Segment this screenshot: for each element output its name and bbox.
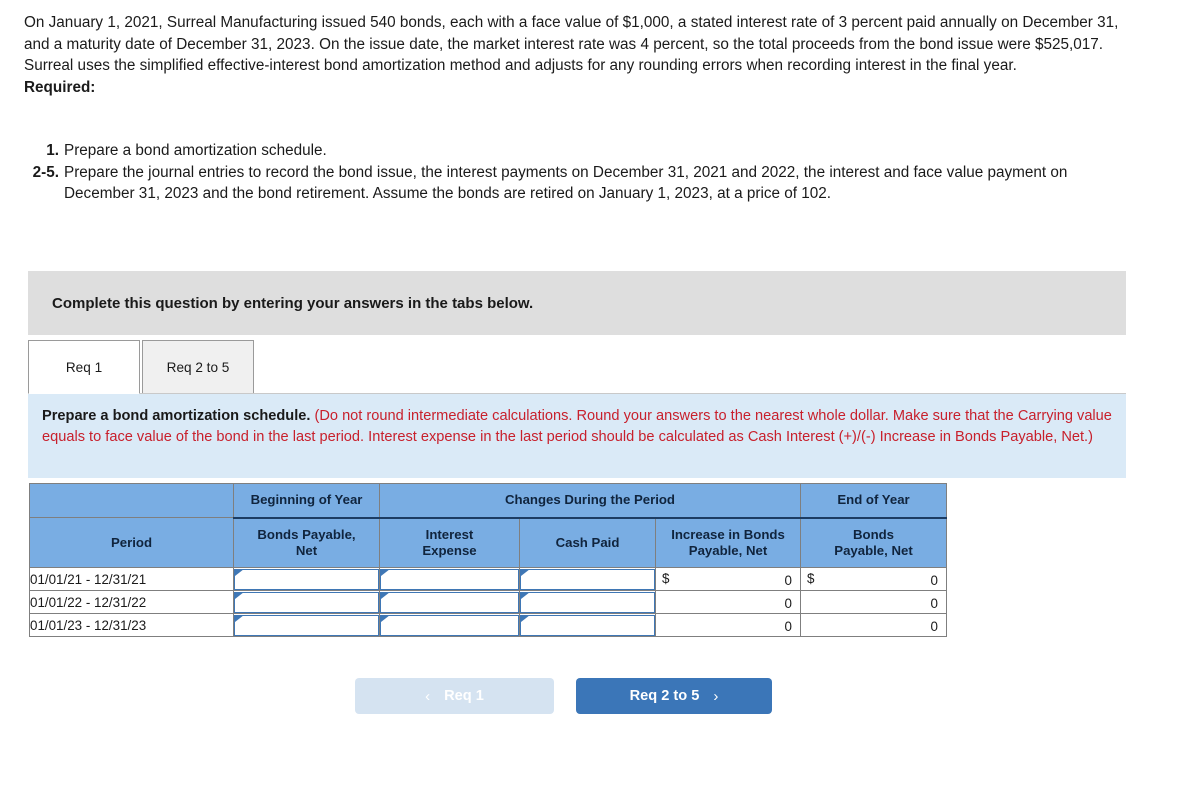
cell-cash-paid[interactable] [519, 590, 656, 614]
group-header-changes-during-period: Changes During the Period [379, 483, 801, 519]
requirement-number: 1. [46, 142, 59, 159]
cell-cash-paid[interactable] [519, 567, 656, 591]
tab-req-1[interactable]: Req 1 [28, 340, 140, 394]
group-header-blank [29, 483, 234, 518]
table-row: 01/01/22 - 12/31/22 0 0 [29, 590, 947, 614]
col-header-interest-expense: Interest Expense [379, 517, 520, 568]
cell-increase-bonds-payable: $ 0 [655, 567, 801, 591]
cell-bonds-payable-beg[interactable] [233, 567, 380, 591]
prev-req-button-label: Req 1 [444, 688, 484, 704]
cell-period: 01/01/21 - 12/31/21 [29, 567, 234, 591]
cell-bonds-payable-beg[interactable] [233, 613, 380, 637]
col-header-increase-in-bonds-payable-net: Increase in Bonds Payable, Net [655, 517, 801, 568]
exercise-page: On January 1, 2021, Surreal Manufacturin… [0, 0, 1200, 795]
cell-period: 01/01/22 - 12/31/22 [29, 590, 234, 614]
value-end-bonds-payable-row-1: 0 [930, 573, 938, 588]
input-bonds-payable-beg-row-2[interactable] [234, 591, 379, 613]
table-row: 01/01/23 - 12/31/23 0 0 [29, 613, 947, 637]
chevron-left-icon: ‹ [425, 687, 431, 705]
currency-symbol: $ [807, 571, 815, 586]
group-header-end-of-year: End of Year [800, 483, 947, 519]
input-interest-expense-row-1[interactable] [380, 568, 519, 590]
col-header-bonds-payable-net-beginning: Bonds Payable, Net [233, 517, 380, 568]
bond-amortization-table: Beginning of Year Changes During the Per… [29, 483, 947, 637]
table-row: 01/01/21 - 12/31/21 $ 0 $ 0 [29, 567, 947, 591]
input-cash-paid-row-2[interactable] [520, 591, 655, 613]
cell-bonds-payable-beg[interactable] [233, 590, 380, 614]
value-end-bonds-payable-row-3: 0 [930, 619, 938, 634]
table-head: Beginning of Year Changes During the Per… [29, 483, 947, 568]
instruction-banner: Complete this question by entering your … [28, 271, 1126, 335]
value-increase-bonds-payable-row-1: 0 [784, 573, 792, 588]
value-increase-bonds-payable-row-3: 0 [784, 619, 792, 634]
problem-statement: On January 1, 2021, Surreal Manufacturin… [24, 12, 1138, 98]
instruction-banner-text: Complete this question by entering your … [52, 294, 534, 312]
tab-req-2-to-5-label: Req 2 to 5 [166, 359, 230, 375]
cell-end-bonds-payable: $ 0 [800, 567, 947, 591]
col-header-bonds-payable-net-end: Bonds Payable, Net [800, 517, 947, 568]
next-req-button[interactable]: Req 2 to 5 › [576, 678, 772, 714]
requirement-tabs: Req 1 Req 2 to 5 [28, 340, 254, 394]
requirements-list: 1. Prepare a bond amortization schedule.… [24, 140, 1138, 205]
tab-navigation: ‹ Req 1 Req 2 to 5 › [355, 678, 775, 714]
cell-interest-expense[interactable] [379, 567, 520, 591]
cell-end-bonds-payable: 0 [800, 613, 947, 637]
requirement-item: 2-5. Prepare the journal entries to reco… [24, 162, 1138, 205]
problem-paragraph: On January 1, 2021, Surreal Manufacturin… [24, 14, 1119, 74]
cell-end-bonds-payable: 0 [800, 590, 947, 614]
table-group-header-row: Beginning of Year Changes During the Per… [29, 483, 947, 519]
chevron-right-icon: › [713, 687, 719, 705]
cell-increase-bonds-payable: 0 [655, 590, 801, 614]
group-header-beginning-of-year: Beginning of Year [233, 483, 380, 519]
cell-interest-expense[interactable] [379, 590, 520, 614]
col-header-cash-paid: Cash Paid [519, 517, 656, 568]
tab-req-2-to-5[interactable]: Req 2 to 5 [142, 340, 254, 394]
cell-period: 01/01/23 - 12/31/23 [29, 613, 234, 637]
requirement-text: Prepare a bond amortization schedule. [64, 142, 327, 159]
tab-req-1-label: Req 1 [65, 359, 103, 375]
next-req-button-label: Req 2 to 5 [629, 688, 700, 704]
requirement-text: Prepare the journal entries to record th… [64, 163, 1068, 203]
cell-interest-expense[interactable] [379, 613, 520, 637]
input-bonds-payable-beg-row-1[interactable] [234, 568, 379, 590]
required-label: Required: [24, 78, 96, 96]
task-info-banner: Prepare a bond amortization schedule. (D… [28, 394, 1126, 478]
input-interest-expense-row-3[interactable] [380, 614, 519, 636]
input-bonds-payable-beg-row-3[interactable] [234, 614, 379, 636]
col-header-period: Period [29, 517, 234, 568]
input-cash-paid-row-1[interactable] [520, 568, 655, 590]
table-sub-header-row: Period Bonds Payable, Net Interest Expense… [29, 517, 947, 568]
value-increase-bonds-payable-row-2: 0 [784, 596, 792, 611]
currency-symbol: $ [662, 571, 670, 586]
cell-increase-bonds-payable: 0 [655, 613, 801, 637]
task-info-lead: Prepare a bond amortization schedule. [42, 408, 311, 424]
input-cash-paid-row-3[interactable] [520, 614, 655, 636]
table-body: 01/01/21 - 12/31/21 $ 0 $ 0 01/01/22 - 1… [29, 567, 947, 637]
value-end-bonds-payable-row-2: 0 [930, 596, 938, 611]
prev-req-button[interactable]: ‹ Req 1 [355, 678, 554, 714]
cell-cash-paid[interactable] [519, 613, 656, 637]
requirement-number: 2-5. [32, 163, 59, 181]
input-interest-expense-row-2[interactable] [380, 591, 519, 613]
requirement-item: 1. Prepare a bond amortization schedule. [24, 140, 1138, 162]
